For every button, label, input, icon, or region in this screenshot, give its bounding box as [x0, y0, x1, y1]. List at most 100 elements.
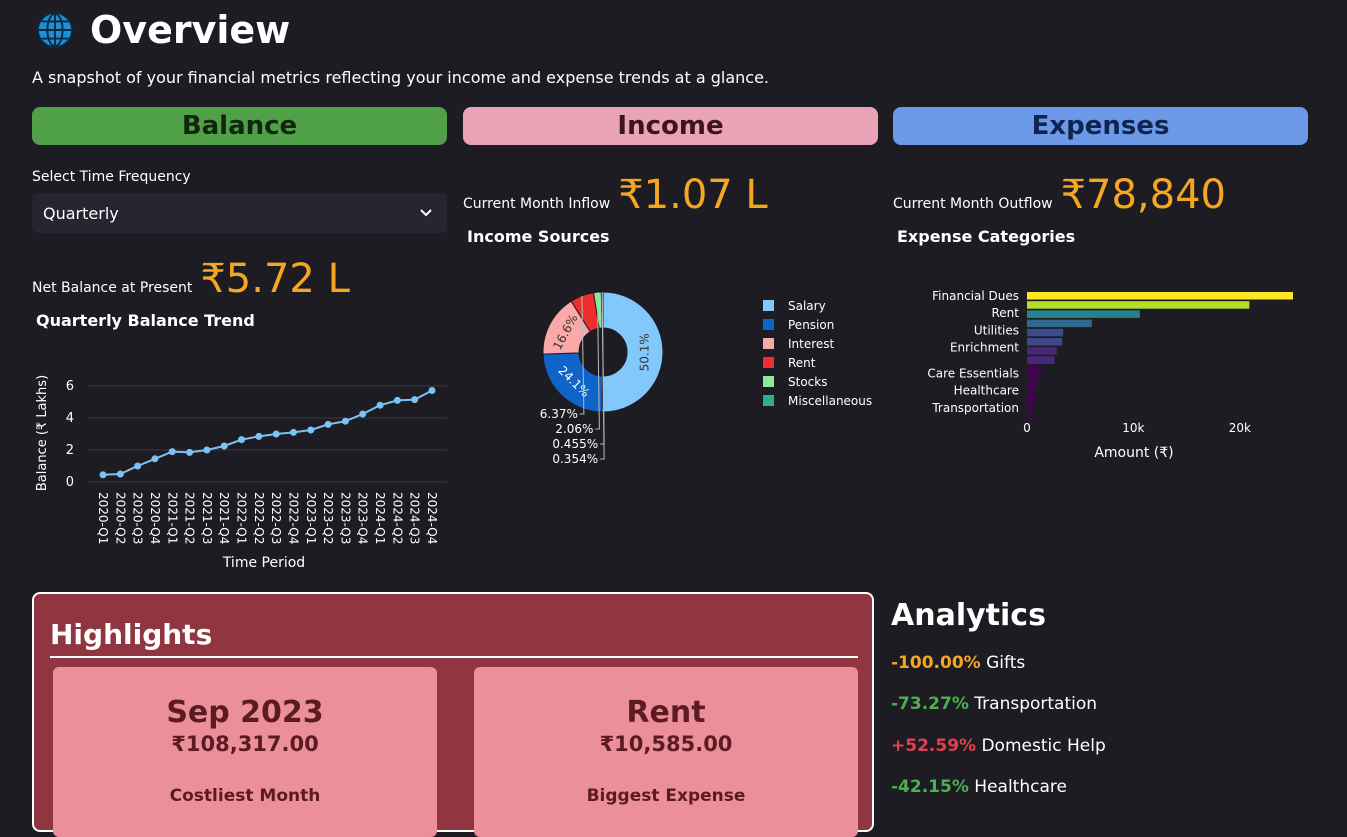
expense-bar: [1027, 310, 1140, 318]
income-sources-chart: 50.1%24.1%16.6%6.37%2.06%0.455%0.354% Sa…: [540, 291, 872, 466]
y-tick-label: 0: [66, 475, 74, 490]
analytics-item-label: Domestic Help: [981, 736, 1106, 756]
net-balance-label: Net Balance at Present: [32, 280, 193, 296]
analytics-item-label: Transportation: [974, 694, 1098, 714]
expense-bar: [1027, 384, 1037, 392]
balance-y-axis-label: Balance (₹ Lakhs): [35, 375, 50, 491]
expense-bar: [1027, 356, 1055, 364]
page-header: Overview: [36, 8, 290, 52]
expenses-header: Expenses: [893, 107, 1308, 145]
balance-point: [168, 448, 176, 456]
analytics-item: -100.00% Gifts: [891, 653, 1025, 673]
expense-categories-chart: Financial Dues Rent Utilities Enrichment Car…: [927, 289, 1293, 461]
balance-point: [359, 410, 367, 418]
legend-label: Miscellaneous: [788, 394, 872, 408]
expense-bar: [1027, 292, 1293, 300]
balance-point: [255, 432, 263, 440]
balance-header: Balance: [32, 107, 447, 145]
expense-category-label: Transportation: [931, 401, 1019, 415]
x-tick-label: 2021-Q4: [217, 492, 231, 544]
income-inflow: Current Month Inflow ₹1.07 L: [463, 172, 768, 218]
x-tick-label: 2021-Q2: [183, 492, 197, 544]
highlights-panel: Highlights Sep 2023 ₹108,317.00 Costlies…: [32, 592, 874, 837]
balance-point: [134, 462, 142, 470]
balance-point: [393, 396, 401, 404]
highlights-title: Highlights: [50, 618, 213, 651]
balance-point: [151, 455, 159, 463]
balance-point: [272, 430, 280, 438]
highlight-card-value: Sep 2023: [166, 695, 324, 730]
expense-bar: [1027, 328, 1064, 337]
frequency-value: Quarterly: [43, 203, 119, 223]
frequency-select[interactable]: Quarterly: [32, 193, 447, 233]
analytics-title: Analytics: [891, 598, 1046, 633]
expense-chart-title: Expense Categories: [897, 227, 1076, 246]
highlight-card-costliest-month: Sep 2023 ₹108,317.00 Costliest Month: [53, 667, 437, 837]
highlight-card-value: Rent: [626, 695, 706, 730]
pie-slice-label: 0.455%: [552, 437, 598, 451]
expense-bar: [1027, 347, 1057, 355]
balance-point: [289, 428, 297, 436]
x-tick-label: 2023-Q3: [338, 492, 352, 544]
y-tick-label: 2: [66, 443, 74, 458]
expense-category-label: Healthcare: [954, 384, 1019, 398]
expense-category-label: Financial Dues: [932, 289, 1019, 303]
x-tick-label: 2022-Q4: [286, 492, 300, 544]
x-tick-label: 2020-Q3: [131, 492, 145, 544]
expense-bar: [1027, 338, 1063, 346]
income-header: Income: [463, 107, 878, 145]
legend-label: Salary: [788, 299, 826, 313]
analytics-item-pct: -73.27%: [891, 694, 969, 714]
pie-slice: [601, 291, 664, 413]
inflow-value: ₹1.07 L: [618, 172, 768, 218]
balance-point: [307, 426, 315, 434]
x-tick-label: 0: [1023, 421, 1031, 435]
x-tick-label: 2020-Q2: [113, 492, 127, 544]
chevron-down-icon: [420, 209, 432, 217]
highlight-card-amount: ₹108,317.00: [171, 732, 319, 756]
analytics-item-label: Gifts: [986, 653, 1026, 673]
analytics-item: -42.15% Healthcare: [891, 777, 1067, 797]
x-tick-label: 2023-Q4: [356, 492, 370, 544]
highlight-card-caption: Costliest Month: [169, 786, 321, 806]
balance-point: [428, 386, 436, 394]
expense-bar: [1027, 301, 1250, 309]
expense-bar: [1027, 411, 1032, 420]
frequency-label: Select Time Frequency: [32, 169, 191, 185]
analytics-item: -73.27% Transportation: [891, 694, 1097, 714]
balance-point: [411, 396, 419, 404]
highlight-card-caption: Biggest Expense: [586, 786, 746, 806]
y-tick-label: 4: [66, 411, 74, 426]
globe-icon: [36, 11, 74, 49]
analytics-item-pct: -100.00%: [891, 653, 981, 673]
y-tick-label: 6: [66, 379, 74, 394]
expense-category-label: Care Essentials: [927, 366, 1019, 380]
highlight-card-amount: ₹10,585.00: [599, 732, 733, 756]
analytics-item-pct: +52.59%: [891, 736, 977, 756]
analytics-item-pct: -42.15%: [891, 777, 969, 797]
expense-bar: [1027, 374, 1039, 383]
net-balance-value: ₹5.72 L: [200, 256, 350, 302]
analytics-item-label: Healthcare: [974, 777, 1067, 797]
balance-point: [99, 471, 107, 479]
x-tick-label: 2020-Q4: [148, 492, 162, 544]
expense-bar: [1027, 402, 1035, 410]
x-tick-label: 2020-Q1: [96, 492, 110, 544]
expense-bar: [1027, 365, 1042, 374]
x-tick-label: 2021-Q3: [200, 492, 214, 544]
page-subtitle: A snapshot of your financial metrics ref…: [32, 68, 770, 87]
x-tick-label: 2024-Q3: [408, 492, 422, 544]
highlights-divider: [50, 656, 858, 658]
net-balance: Net Balance at Present ₹5.72 L: [32, 256, 350, 302]
page-title: Overview: [90, 8, 291, 52]
x-tick-label: 2023-Q2: [321, 492, 335, 544]
balance-point: [341, 417, 349, 425]
x-tick-label: 10k: [1122, 421, 1144, 435]
highlight-card-biggest-expense: Rent ₹10,585.00 Biggest Expense: [474, 667, 858, 837]
balance-point: [203, 446, 211, 454]
legend-label: Rent: [788, 356, 816, 370]
x-tick-label: 20k: [1229, 421, 1251, 435]
outflow-label: Current Month Outflow: [893, 196, 1053, 212]
balance-point: [186, 448, 194, 456]
x-tick-label: 2024-Q1: [373, 492, 387, 544]
